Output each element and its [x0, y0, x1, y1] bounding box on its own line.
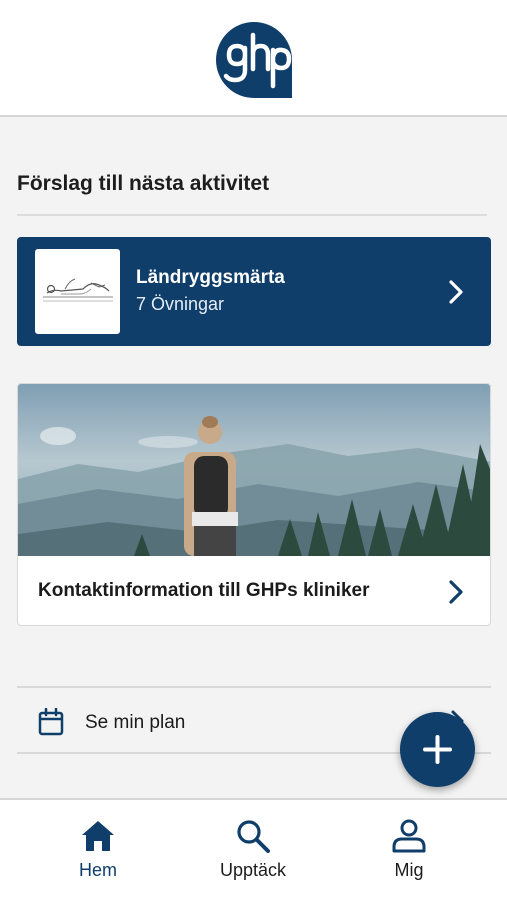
chevron-right-icon: [449, 580, 463, 604]
tab-me-label: Mig: [394, 860, 424, 880]
calendar-icon: [38, 708, 64, 736]
program-exercise-count: 7 Övningar: [136, 294, 225, 314]
exercise-illustration-icon: [43, 278, 113, 302]
tab-me[interactable]: Mig: [349, 800, 469, 900]
clinic-info-card[interactable]: Kontaktinformation till GHPs kliniker: [17, 383, 491, 626]
program-thumbnail: [35, 249, 120, 334]
clinic-info-title: Kontaktinformation till GHPs kliniker: [38, 580, 370, 601]
tab-home[interactable]: Hem: [38, 800, 158, 900]
tab-home-label: Hem: [78, 860, 117, 880]
add-button[interactable]: [400, 712, 475, 787]
search-icon: [237, 820, 270, 853]
plus-icon: [423, 735, 452, 764]
ghp-logo: [216, 22, 292, 98]
section-divider: [17, 214, 487, 216]
see-plan-label: Se min plan: [85, 712, 186, 733]
section-title: Förslag till nästa aktivitet: [17, 172, 270, 195]
tab-discover[interactable]: Upptäck: [193, 800, 313, 900]
hiker-mountain-image: [18, 384, 490, 556]
program-title: Ländryggsmärta: [136, 267, 285, 288]
home-icon: [82, 821, 114, 851]
program-card[interactable]: Ländryggsmärta 7 Övningar: [17, 237, 491, 346]
tab-discover-label: Upptäck: [219, 860, 287, 880]
chevron-right-icon: [449, 280, 463, 304]
app-header: [0, 0, 507, 117]
bottom-tab-bar: Hem Upptäck Mig: [0, 798, 507, 900]
person-icon: [392, 819, 426, 853]
